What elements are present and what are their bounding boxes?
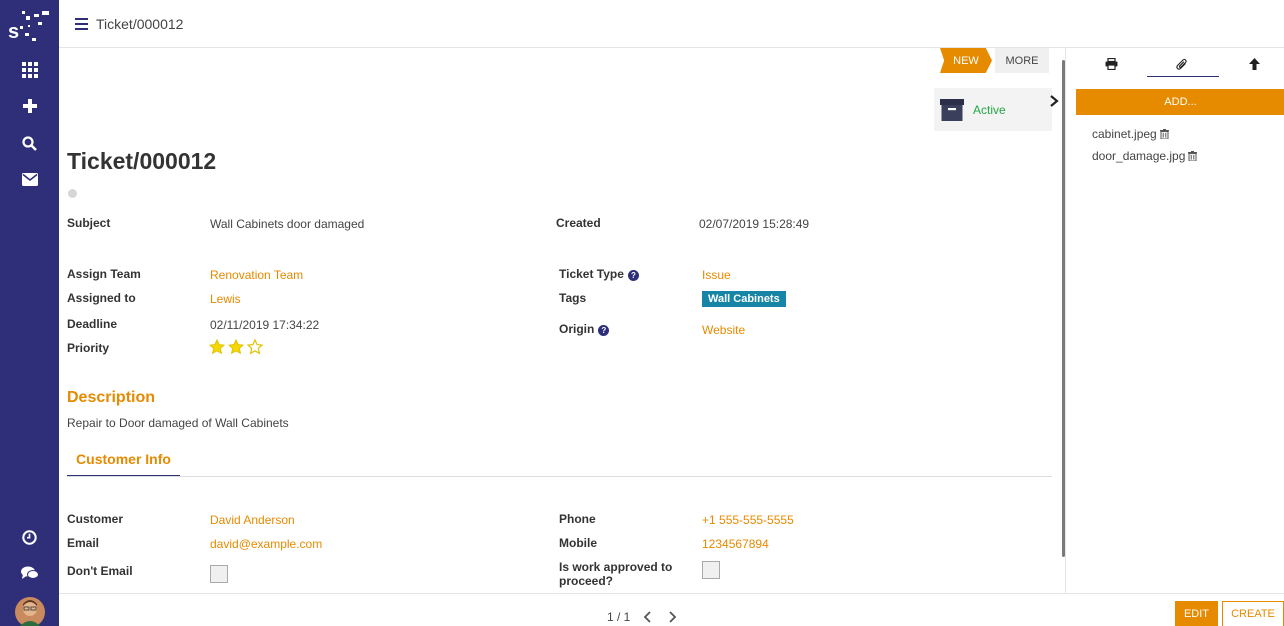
help-icon[interactable]: ? [598,325,610,336]
work-approved-label-line1: Is work approved to [559,560,673,574]
ticket-type-label-text: Ticket Type [559,267,624,281]
trash-icon[interactable] [1159,129,1169,139]
chevron-right-icon[interactable] [666,610,678,624]
attachments-tab-underline [1147,76,1219,77]
plus-icon[interactable] [0,92,59,120]
archive-box-icon [940,98,964,121]
customer-label: Customer [67,512,124,526]
status-new[interactable]: NEW [940,48,992,73]
attachment-item[interactable]: cabinet.jpeg [1092,127,1169,141]
created-value: 02/07/2019 15:28:49 [699,217,810,231]
chat-icon[interactable] [0,559,59,587]
customer-link[interactable]: David Anderson [210,513,295,527]
priority-label: Priority [67,341,110,355]
star-icon[interactable] [209,339,225,355]
svg-text:s: s [8,21,19,43]
attachment-filename: cabinet.jpeg [1092,127,1157,141]
tab-customer-info[interactable]: Customer Info [67,451,180,477]
edit-button[interactable]: EDIT [1175,601,1218,626]
priority-stars[interactable] [209,339,263,355]
work-approved-label: Is work approved to proceed? [559,560,672,588]
paperclip-icon[interactable] [1172,56,1192,72]
star-icon[interactable] [228,339,244,355]
subject-value: Wall Cabinets door damaged [210,217,365,231]
origin-label-text: Origin [559,322,595,336]
work-approved-checkbox[interactable] [702,561,720,579]
mobile-label: Mobile [559,536,597,550]
pager-value: 1 / 1 [607,610,631,624]
left-rail: s [0,0,59,626]
dont-email-checkbox[interactable] [210,565,228,583]
attachments-panel: ADD... cabinet.jpeg door_damage.jpg [1065,48,1284,593]
email-link[interactable]: david@example.com [210,537,322,551]
active-toggle-button[interactable]: Active [934,88,1052,131]
description-title: Description [67,389,156,406]
mobile-link[interactable]: 1234567894 [702,537,769,551]
assign-team-link[interactable]: Renovation Team [210,268,303,282]
apps-grid-icon[interactable] [0,56,59,84]
logo-icon[interactable]: s [8,8,52,46]
created-label: Created [556,216,601,230]
help-icon[interactable]: ? [627,270,639,281]
ticket-type-label: Ticket Type? [559,267,639,281]
breadcrumb: Ticket/000012 [96,16,184,32]
origin-label: Origin? [559,322,610,336]
attachment-filename: door_damage.jpg [1092,149,1186,163]
chevron-left-icon[interactable] [642,610,654,624]
deadline-value: 02/11/2019 17:34:22 [210,318,320,332]
create-button[interactable]: CREATE [1222,601,1284,626]
ticket-type-link[interactable]: Issue [702,268,731,282]
clock-icon[interactable] [0,523,59,551]
bottom-bar: 1 / 1 EDIT CREATE [59,593,1284,626]
top-bar: Ticket/000012 [59,0,1284,48]
deadline-label: Deadline [67,317,118,331]
assigned-to-label: Assigned to [67,291,136,305]
chevron-right-icon[interactable] [1046,93,1062,109]
phone-label: Phone [559,512,596,526]
trash-icon[interactable] [1188,151,1198,161]
printer-icon[interactable] [1101,56,1121,72]
form-sheet: NEW MORE Active Ticket/000012 Subject Wa… [59,48,1065,593]
add-attachment-button[interactable]: ADD... [1076,89,1284,115]
mail-icon[interactable] [0,165,59,193]
assigned-to-link[interactable]: Lewis [210,292,241,306]
origin-value: Website [702,323,746,337]
description-text: Repair to Door damaged of Wall Cabinets [67,416,289,430]
search-icon[interactable] [0,129,59,157]
phone-link[interactable]: +1 555-555-5555 [702,513,794,527]
user-avatar[interactable] [0,597,59,626]
arrow-up-icon[interactable] [1244,56,1264,72]
email-label: Email [67,536,100,550]
work-approved-label-line2: proceed? [559,574,614,588]
attachment-item[interactable]: door_damage.jpg [1092,149,1198,163]
hamburger-menu-icon[interactable] [75,18,88,30]
assign-team-label: Assign Team [67,267,141,281]
subject-label: Subject [67,216,111,230]
record-title: Ticket/000012 [67,148,217,174]
star-icon[interactable] [247,339,263,355]
active-label: Active [973,102,1006,117]
kanban-state-dot[interactable] [68,189,77,198]
tab-divider [67,476,1052,477]
tag-badge[interactable]: Wall Cabinets [702,291,786,307]
status-more-button[interactable]: MORE [995,48,1049,73]
dont-email-label: Don't Email [67,564,133,578]
tags-label: Tags [559,291,587,305]
